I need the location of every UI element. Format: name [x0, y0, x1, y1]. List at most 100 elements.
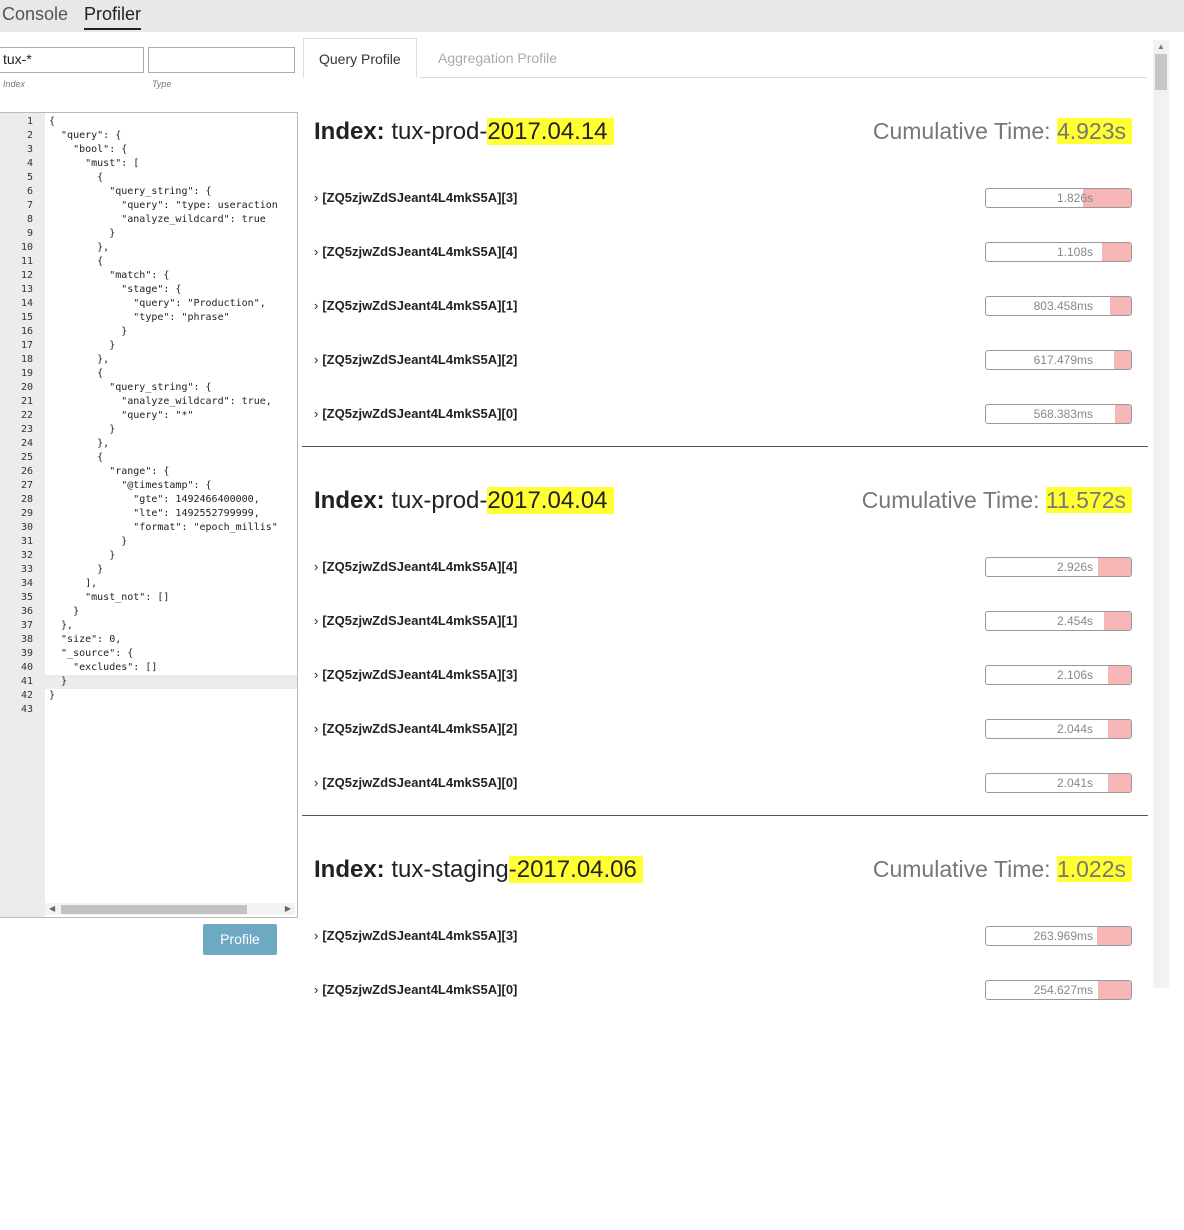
code-line[interactable]: 19 { [0, 367, 297, 381]
code-line[interactable]: 39 "_source": { [0, 647, 297, 661]
code-line[interactable]: 24 }, [0, 437, 297, 451]
code-line[interactable]: 35 "must_not": [] [0, 591, 297, 605]
code-line[interactable]: 18 }, [0, 353, 297, 367]
shard-row[interactable]: › [ZQ5zjwZdSJeant4L4mkS5A][0] 2.041s [314, 773, 1134, 795]
code-line[interactable]: 41 } [0, 675, 297, 689]
chevron-right-icon[interactable]: › [314, 721, 318, 736]
code-line[interactable]: 31 } [0, 535, 297, 549]
shard-row[interactable]: › [ZQ5zjwZdSJeant4L4mkS5A][3] 263.969ms [314, 926, 1134, 948]
profile-button[interactable]: Profile [203, 924, 277, 955]
code-line[interactable]: 21 "analyze_wildcard": true, [0, 395, 297, 409]
shard-name[interactable]: › [ZQ5zjwZdSJeant4L4mkS5A][4] [314, 244, 517, 259]
chevron-right-icon[interactable]: › [314, 667, 318, 682]
shard-name[interactable]: › [ZQ5zjwZdSJeant4L4mkS5A][2] [314, 721, 517, 736]
shard-row[interactable]: › [ZQ5zjwZdSJeant4L4mkS5A][0] 254.627ms [314, 980, 1134, 1002]
code-line[interactable]: 1{ [0, 115, 297, 129]
tab-aggregation-profile[interactable]: Aggregation Profile [423, 38, 572, 78]
code-line[interactable]: 14 "query": "Production", [0, 297, 297, 311]
shard-name[interactable]: › [ZQ5zjwZdSJeant4L4mkS5A][2] [314, 352, 517, 367]
code-line[interactable]: 25 { [0, 451, 297, 465]
shard-name[interactable]: › [ZQ5zjwZdSJeant4L4mkS5A][3] [314, 190, 517, 205]
shard-row[interactable]: › [ZQ5zjwZdSJeant4L4mkS5A][3] 1.826s [314, 188, 1134, 210]
tab-query-profile[interactable]: Query Profile [303, 38, 417, 78]
shard-name[interactable]: › [ZQ5zjwZdSJeant4L4mkS5A][0] [314, 775, 517, 790]
code-line[interactable]: 2 "query": { [0, 129, 297, 143]
code-line[interactable]: 37 }, [0, 619, 297, 633]
line-number: 14 [20, 298, 33, 309]
code-line[interactable]: 11 { [0, 255, 297, 269]
chevron-right-icon[interactable]: › [314, 928, 318, 943]
index-input[interactable]: tux-* [0, 47, 144, 73]
shard-name[interactable]: › [ZQ5zjwZdSJeant4L4mkS5A][1] [314, 298, 517, 313]
line-text: } [49, 690, 56, 701]
shard-row[interactable]: › [ZQ5zjwZdSJeant4L4mkS5A][2] 2.044s [314, 719, 1134, 741]
line-number: 37 [20, 620, 33, 631]
code-line[interactable]: 17 } [0, 339, 297, 353]
editor-horizontal-scrollbar[interactable]: ◀ ▶ [45, 903, 295, 915]
chevron-right-icon[interactable]: › [314, 244, 318, 259]
code-line[interactable]: 34 ], [0, 577, 297, 591]
editor-code[interactable]: 1{2 "query": {3 "bool": {4 "must": [5 {6… [0, 115, 297, 717]
chevron-right-icon[interactable]: › [314, 982, 318, 997]
shard-row[interactable]: › [ZQ5zjwZdSJeant4L4mkS5A][4] 2.926s [314, 557, 1134, 579]
code-line[interactable]: 22 "query": "*" [0, 409, 297, 423]
chevron-right-icon[interactable]: › [314, 559, 318, 574]
shard-row[interactable]: › [ZQ5zjwZdSJeant4L4mkS5A][1] 803.458ms [314, 296, 1134, 318]
code-line[interactable]: 43 [0, 703, 297, 717]
tab-console[interactable]: Console [2, 2, 68, 30]
code-line[interactable]: 38 "size": 0, [0, 633, 297, 647]
shard-name[interactable]: › [ZQ5zjwZdSJeant4L4mkS5A][0] [314, 982, 517, 997]
results-vertical-scrollbar[interactable]: ▲ [1153, 40, 1169, 988]
shard-name[interactable]: › [ZQ5zjwZdSJeant4L4mkS5A][3] [314, 667, 517, 682]
chevron-right-icon[interactable]: › [314, 613, 318, 628]
line-text: ], [49, 578, 98, 589]
code-line[interactable]: 27 "@timestamp": { [0, 479, 297, 493]
code-line[interactable]: 29 "lte": 1492552799999, [0, 507, 297, 521]
code-line[interactable]: 8 "analyze_wildcard": true [0, 213, 297, 227]
query-editor[interactable]: 1{2 "query": {3 "bool": {4 "must": [5 {6… [0, 112, 298, 918]
code-line[interactable]: 5 { [0, 171, 297, 185]
shard-row[interactable]: › [ZQ5zjwZdSJeant4L4mkS5A][1] 2.454s [314, 611, 1134, 633]
shard-row[interactable]: › [ZQ5zjwZdSJeant4L4mkS5A][4] 1.108s [314, 242, 1134, 264]
chevron-right-icon[interactable]: › [314, 775, 318, 790]
chevron-right-icon[interactable]: › [314, 190, 318, 205]
code-line[interactable]: 32 } [0, 549, 297, 563]
shard-name[interactable]: › [ZQ5zjwZdSJeant4L4mkS5A][1] [314, 613, 517, 628]
code-line[interactable]: 13 "stage": { [0, 283, 297, 297]
code-line[interactable]: 33 } [0, 563, 297, 577]
shard-name[interactable]: › [ZQ5zjwZdSJeant4L4mkS5A][3] [314, 928, 517, 943]
code-line[interactable]: 16 } [0, 325, 297, 339]
shard-row[interactable]: › [ZQ5zjwZdSJeant4L4mkS5A][3] 2.106s [314, 665, 1134, 687]
code-line[interactable]: 26 "range": { [0, 465, 297, 479]
code-line[interactable]: 42} [0, 689, 297, 703]
shard-row[interactable]: › [ZQ5zjwZdSJeant4L4mkS5A][2] 617.479ms [314, 350, 1134, 372]
scroll-up-icon[interactable]: ▲ [1157, 42, 1165, 51]
chevron-right-icon[interactable]: › [314, 406, 318, 421]
code-line[interactable]: 30 "format": "epoch_millis" [0, 521, 297, 535]
code-line[interactable]: 36 } [0, 605, 297, 619]
code-line[interactable]: 3 "bool": { [0, 143, 297, 157]
code-line[interactable]: 40 "excludes": [] [0, 661, 297, 675]
code-line[interactable]: 15 "type": "phrase" [0, 311, 297, 325]
code-line[interactable]: 28 "gte": 1492466400000, [0, 493, 297, 507]
code-line[interactable]: 23 } [0, 423, 297, 437]
scroll-right-icon[interactable]: ▶ [285, 903, 291, 915]
results-scroll-thumb[interactable] [1155, 54, 1167, 90]
scroll-left-icon[interactable]: ◀ [49, 903, 55, 915]
type-input[interactable] [148, 47, 295, 73]
code-line[interactable]: 6 "query_string": { [0, 185, 297, 199]
chevron-right-icon[interactable]: › [314, 298, 318, 313]
index-prefix: tux-prod- [391, 487, 488, 514]
tab-profiler[interactable]: Profiler [84, 2, 142, 30]
shard-row[interactable]: › [ZQ5zjwZdSJeant4L4mkS5A][0] 568.383ms [314, 404, 1134, 426]
code-line[interactable]: 20 "query_string": { [0, 381, 297, 395]
code-line[interactable]: 12 "match": { [0, 269, 297, 283]
shard-name[interactable]: › [ZQ5zjwZdSJeant4L4mkS5A][0] [314, 406, 517, 421]
code-line[interactable]: 10 }, [0, 241, 297, 255]
code-line[interactable]: 7 "query": "type: useraction [0, 199, 297, 213]
chevron-right-icon[interactable]: › [314, 352, 318, 367]
code-line[interactable]: 9 } [0, 227, 297, 241]
shard-name[interactable]: › [ZQ5zjwZdSJeant4L4mkS5A][4] [314, 559, 517, 574]
editor-scroll-thumb[interactable] [61, 905, 247, 914]
code-line[interactable]: 4 "must": [ [0, 157, 297, 171]
